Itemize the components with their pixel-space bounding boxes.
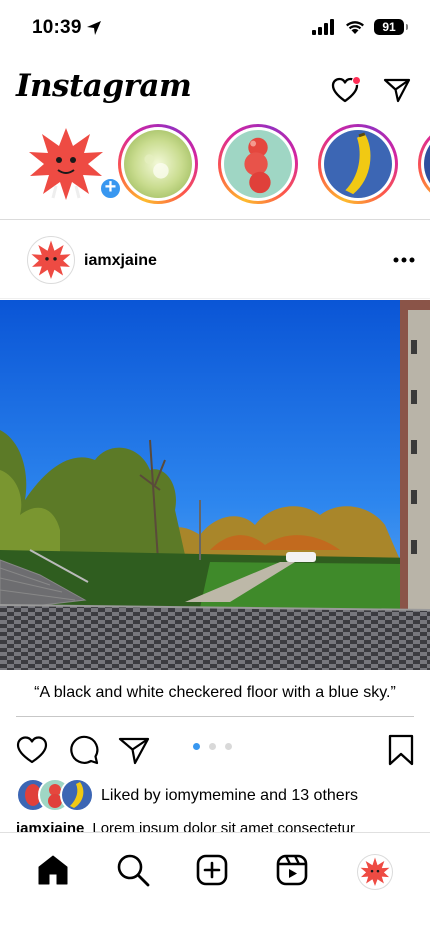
- paper-plane-icon: [383, 78, 411, 103]
- story-item[interactable]: [418, 124, 430, 204]
- instagram-logo: Instagram: [16, 68, 192, 104]
- plus-square-icon: [196, 854, 228, 886]
- caption-text: Lorem ipsum dolor sit amet consectetur: [92, 820, 355, 832]
- ellipsis-icon: [393, 257, 415, 263]
- nav-reels-button[interactable]: [275, 853, 309, 887]
- story-thumbnail: [424, 130, 430, 198]
- stories-tray: +: [0, 124, 430, 208]
- status-bar: 10:39 91: [0, 0, 430, 58]
- heart-icon: [16, 736, 48, 764]
- post-caption: iamxjaine Lorem ipsum dolor sit amet cons…: [16, 820, 416, 832]
- post-header-divider: [0, 298, 430, 299]
- story-item[interactable]: [118, 124, 198, 204]
- app-header: Instagram: [0, 62, 430, 116]
- direct-messages-button[interactable]: [382, 75, 412, 105]
- liker-avatars: [16, 778, 96, 812]
- nav-home-button[interactable]: [36, 853, 70, 887]
- stories-divider: [0, 219, 430, 220]
- liked-by-text: Liked by iomymemine and 13 others: [101, 787, 359, 804]
- carousel-dot-active: [193, 743, 200, 750]
- red-fruit-thumbnail-icon: [224, 130, 292, 198]
- post-header: iamxjaine: [0, 234, 430, 288]
- campus-photo-image: [0, 300, 430, 670]
- signal-icon: [312, 19, 334, 35]
- wifi-icon: [346, 21, 364, 34]
- your-story[interactable]: +: [26, 124, 123, 204]
- image-description: “A black and white checkered floor with …: [34, 684, 396, 701]
- description-divider: [16, 716, 414, 717]
- bookmark-icon: [388, 734, 414, 766]
- post-photo[interactable]: [0, 300, 430, 670]
- green-flower-thumbnail-icon: [124, 130, 192, 198]
- status-indicators: 91: [312, 19, 408, 35]
- reels-icon: [276, 854, 308, 886]
- post-actions: [0, 730, 430, 770]
- starburst-avatar-icon: [31, 240, 71, 279]
- notifications-button[interactable]: [330, 75, 361, 105]
- home-icon: [38, 855, 68, 885]
- share-button[interactable]: [118, 734, 150, 766]
- avatar: [60, 778, 94, 812]
- starburst-avatar-icon: [360, 857, 390, 887]
- more-options-button[interactable]: [390, 250, 418, 270]
- carousel-dot: [209, 743, 216, 750]
- caption-username[interactable]: iamxjaine: [16, 820, 84, 832]
- comment-button[interactable]: [68, 734, 100, 766]
- carousel-indicator: [193, 743, 232, 750]
- speech-bubble-icon: [70, 735, 99, 765]
- banana-icon: [70, 782, 84, 808]
- banana-thumbnail-icon: [324, 130, 392, 198]
- nav-create-button[interactable]: [195, 853, 229, 887]
- battery-indicator: 91: [374, 19, 408, 35]
- nav-profile-button[interactable]: [357, 854, 393, 890]
- save-button[interactable]: [386, 734, 418, 766]
- search-icon: [117, 854, 150, 887]
- starburst-avatar-icon: [29, 128, 103, 200]
- add-story-plus-icon[interactable]: +: [98, 176, 123, 201]
- paper-plane-icon: [118, 737, 150, 765]
- notification-dot: [352, 76, 361, 85]
- story-item[interactable]: [318, 124, 398, 204]
- nav-search-button[interactable]: [116, 853, 150, 887]
- status-time: 10:39: [32, 17, 82, 38]
- post-author-avatar[interactable]: [27, 236, 75, 284]
- bottom-navigation: [0, 832, 430, 932]
- post-username[interactable]: iamxjaine: [84, 252, 157, 270]
- likes-summary[interactable]: Liked by iomymemine and 13 others: [16, 778, 416, 812]
- carousel-dot: [225, 743, 232, 750]
- like-button[interactable]: [16, 734, 48, 766]
- story-item[interactable]: [218, 124, 298, 204]
- location-arrow-icon: [87, 21, 101, 35]
